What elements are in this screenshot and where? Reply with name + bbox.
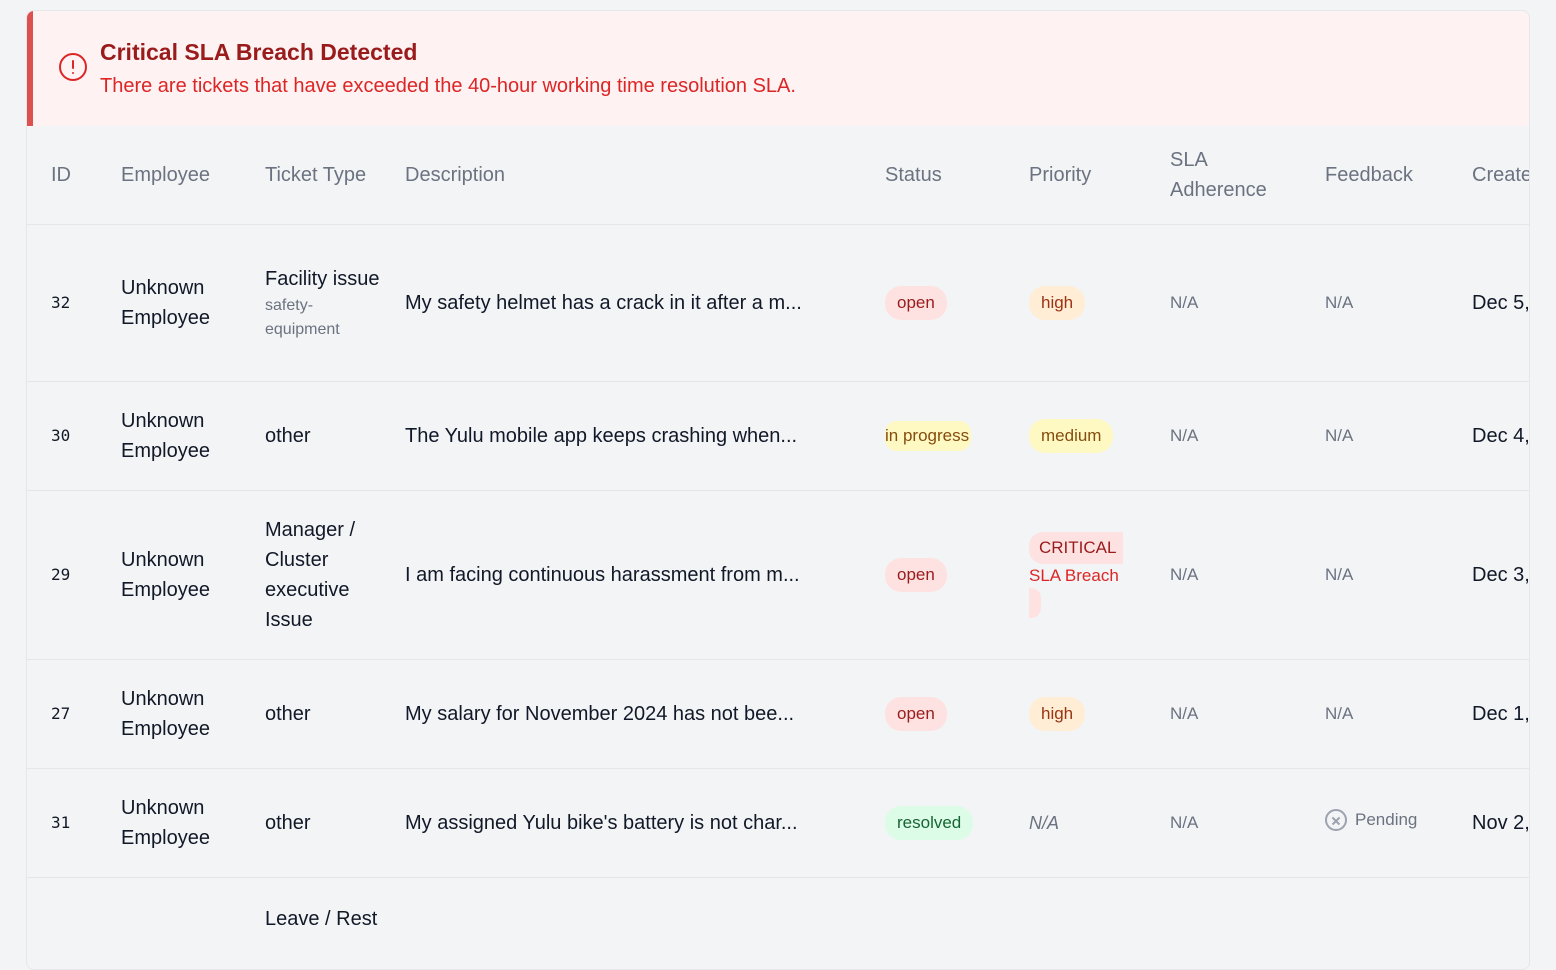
feedback — [1301, 877, 1448, 969]
ticket-type: other — [241, 659, 381, 769]
priority-cell — [1005, 877, 1146, 969]
description: My salary for November 2024 has not bee.… — [405, 702, 795, 725]
tickets-card: Critical SLA Breach Detected There are t… — [26, 10, 1530, 970]
badge-tail — [1029, 587, 1041, 618]
priority-badge: medium — [1029, 418, 1114, 453]
sla-breach-alert: Critical SLA Breach Detected There are t… — [27, 11, 1529, 126]
priority-cell: high — [1005, 224, 1146, 382]
employee-name — [97, 877, 241, 969]
ticket-type: Facility issue — [265, 267, 380, 290]
header-created[interactable]: Created — [1448, 126, 1529, 225]
feedback: N/A — [1301, 659, 1448, 769]
table-row[interactable]: 30 Unknown Employee other The Yulu mobil… — [27, 381, 1529, 491]
alert-title: Critical SLA Breach Detected — [100, 39, 418, 65]
sla-breach-label: SLA Breach — [1029, 565, 1119, 585]
ticket-id: 29 — [27, 490, 97, 660]
description: My assigned Yulu bike's battery is not c… — [405, 811, 798, 834]
header-feedback[interactable]: Feedback — [1301, 126, 1448, 225]
ticket-type-cell: Facility issue safety-equipment — [241, 224, 381, 382]
alert-circle-icon — [59, 53, 87, 81]
priority-cell: CRITICAL SLA Breach — [1005, 490, 1146, 660]
employee-name: Unknown Employee — [97, 381, 241, 491]
created-date: Dec 4, 2024 — [1448, 381, 1529, 491]
ticket-id: 27 — [27, 659, 97, 769]
tickets-table: ID Employee Ticket Type Description Stat… — [27, 126, 1529, 969]
created-date: Nov 2, 2024 — [1448, 768, 1529, 878]
feedback: N/A — [1301, 381, 1448, 491]
ticket-type: Leave / Rest — [241, 877, 381, 969]
header-id[interactable]: ID — [27, 126, 97, 225]
ticket-type: other — [241, 381, 381, 491]
sla-adherence — [1146, 877, 1301, 969]
table-row[interactable]: Leave / Rest — [27, 877, 1529, 969]
employee-name: Unknown Employee — [97, 768, 241, 878]
status-badge: in progress — [885, 421, 971, 451]
priority-value: N/A — [1029, 812, 1060, 833]
header-description[interactable]: Description — [381, 126, 861, 225]
header-sla-adherence[interactable]: SLA Adherence — [1146, 126, 1301, 225]
ticket-id — [27, 877, 97, 969]
ticket-type: other — [241, 768, 381, 878]
header-status[interactable]: Status — [861, 126, 1005, 225]
priority-badge: high — [1029, 285, 1086, 320]
ticket-id: 31 — [27, 768, 97, 878]
alert-message: There are tickets that have exceeded the… — [100, 75, 796, 97]
feedback-pending: Pending — [1325, 805, 1417, 835]
status-badge: open — [885, 557, 947, 592]
description-cell — [381, 877, 861, 969]
priority-badge: CRITICAL — [1029, 531, 1123, 564]
status-cell — [861, 877, 1005, 969]
created-date: Dec 3, 2024 — [1448, 490, 1529, 660]
priority-cell: high — [1005, 659, 1146, 769]
priority-cell: N/A — [1005, 768, 1146, 878]
sla-adherence: N/A — [1146, 224, 1301, 382]
description-cell: My safety helmet has a crack in it after… — [381, 224, 861, 382]
employee-name: Unknown Employee — [97, 490, 241, 660]
priority-critical-badge: CRITICAL SLA Breach — [1029, 531, 1123, 618]
description: My safety helmet has a crack in it after… — [405, 291, 802, 314]
description-cell: My assigned Yulu bike's battery is not c… — [381, 768, 861, 878]
feedback-cell: Pending — [1301, 768, 1448, 878]
ticket-subtype: safety-equipment — [265, 296, 340, 338]
status-badge: open — [885, 696, 947, 731]
table-row[interactable]: 29 Unknown Employee Manager / Cluster ex… — [27, 490, 1529, 660]
ticket-type: Manager / Cluster executive Issue — [241, 490, 381, 660]
employee-name: Unknown Employee — [97, 659, 241, 769]
status-badge: open — [885, 285, 947, 320]
description-cell: The Yulu mobile app keeps crashing when.… — [381, 381, 861, 491]
status-cell: open — [861, 490, 1005, 660]
table-header-row: ID Employee Ticket Type Description Stat… — [27, 126, 1529, 225]
created-date — [1448, 877, 1529, 969]
description-cell: I am facing continuous harassment from m… — [381, 490, 861, 660]
feedback: N/A — [1301, 224, 1448, 382]
created-date: Dec 1, 2024 — [1448, 659, 1529, 769]
sla-adherence: N/A — [1146, 490, 1301, 660]
header-ticket-type[interactable]: Ticket Type — [241, 126, 381, 225]
description: The Yulu mobile app keeps crashing when.… — [405, 424, 798, 447]
status-badge: resolved — [885, 805, 974, 840]
created-date: Dec 5, 2024 — [1448, 224, 1529, 382]
description-cell: My salary for November 2024 has not bee.… — [381, 659, 861, 769]
circle-x-icon — [1325, 809, 1347, 831]
status-cell: resolved — [861, 768, 1005, 878]
sla-adherence: N/A — [1146, 381, 1301, 491]
feedback: N/A — [1301, 490, 1448, 660]
priority-badge: high — [1029, 696, 1086, 731]
sla-adherence: N/A — [1146, 768, 1301, 878]
ticket-id: 30 — [27, 381, 97, 491]
table-row[interactable]: 32 Unknown Employee Facility issue safet… — [27, 224, 1529, 382]
ticket-id: 32 — [27, 224, 97, 382]
status-cell: open — [861, 659, 1005, 769]
table-row[interactable]: 31 Unknown Employee other My assigned Yu… — [27, 768, 1529, 878]
status-cell: open — [861, 224, 1005, 382]
status-cell: in progress — [861, 381, 1005, 491]
header-priority[interactable]: Priority — [1005, 126, 1146, 225]
feedback-status: Pending — [1355, 810, 1418, 829]
description: I am facing continuous harassment from m… — [405, 563, 800, 586]
sla-adherence: N/A — [1146, 659, 1301, 769]
employee-name: Unknown Employee — [97, 224, 241, 382]
priority-cell: medium — [1005, 381, 1146, 491]
header-employee[interactable]: Employee — [97, 126, 241, 225]
table-row[interactable]: 27 Unknown Employee other My salary for … — [27, 659, 1529, 769]
